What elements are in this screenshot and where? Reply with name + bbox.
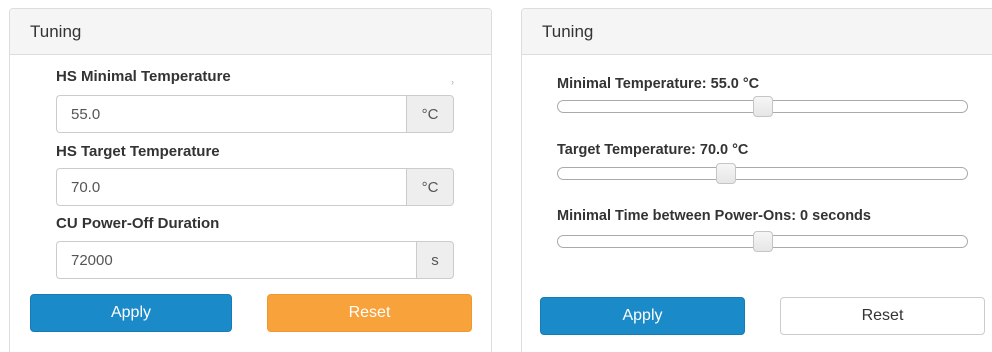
cu-power-off-label: CU Power-Off Duration xyxy=(56,215,220,232)
seconds-unit-addon: s xyxy=(416,241,454,279)
target-temp-slider-label: Target Temperature: 70.0 °C xyxy=(557,142,749,158)
hs-min-temp-group: 55.0 °C xyxy=(56,95,454,133)
celsius-unit-addon: °C xyxy=(406,95,454,133)
min-temp-slider-label: Minimal Temperature: 55.0 °C xyxy=(557,76,760,92)
slider-handle[interactable] xyxy=(715,163,736,184)
small-arrow-mark: › xyxy=(451,77,454,87)
min-temp-slider[interactable] xyxy=(557,96,968,117)
panel-title: Tuning xyxy=(522,9,992,55)
min-time-slider[interactable] xyxy=(557,231,968,252)
hs-min-temp-input[interactable]: 55.0 xyxy=(56,95,406,133)
hs-target-temp-group: 70.0 °C xyxy=(56,168,454,206)
reset-button[interactable]: Reset xyxy=(780,297,985,335)
celsius-unit-addon: °C xyxy=(406,168,454,206)
cu-power-off-input[interactable]: 72000 xyxy=(56,241,416,279)
panel-title: Tuning xyxy=(10,9,491,55)
apply-button[interactable]: Apply xyxy=(30,294,232,332)
slider-handle[interactable] xyxy=(752,231,773,252)
reset-button[interactable]: Reset xyxy=(267,294,472,332)
hs-min-temp-label: HS Minimal Temperature xyxy=(56,68,231,85)
hs-target-temp-label: HS Target Temperature xyxy=(56,143,220,160)
cu-power-off-group: 72000 s xyxy=(56,241,454,279)
min-time-slider-label: Minimal Time between Power-Ons: 0 second… xyxy=(557,208,871,224)
apply-button[interactable]: Apply xyxy=(540,297,745,335)
target-temp-slider[interactable] xyxy=(557,163,968,184)
hs-target-temp-input[interactable]: 70.0 xyxy=(56,168,406,206)
slider-handle[interactable] xyxy=(752,96,773,117)
